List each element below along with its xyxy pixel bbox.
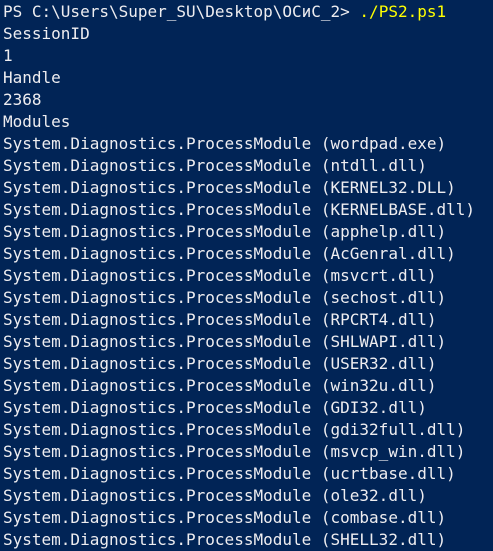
prompt-path: PS C:\Users\Super_SU\Desktop\ОСиС_2> <box>3 2 360 21</box>
prompt-line: PS C:\Users\Super_SU\Desktop\ОСиС_2> ./P… <box>3 1 475 23</box>
output-line: System.Diagnostics.ProcessModule (msvcp_… <box>3 442 466 461</box>
output-line: System.Diagnostics.ProcessModule (SHLWAP… <box>3 332 447 351</box>
output-line: System.Diagnostics.ProcessModule (win32u… <box>3 376 437 395</box>
output-line: System.Diagnostics.ProcessModule (SHELL3… <box>3 530 447 549</box>
output-line: System.Diagnostics.ProcessModule (KERNEL… <box>3 178 456 197</box>
output-line: 1 <box>3 46 13 65</box>
output-line: System.Diagnostics.ProcessModule (USER32… <box>3 354 437 373</box>
output-line: System.Diagnostics.ProcessModule (sechos… <box>3 288 447 307</box>
output-line: SessionID <box>3 24 90 43</box>
output-line: System.Diagnostics.ProcessModule (RPCRT4… <box>3 310 437 329</box>
output-line: System.Diagnostics.ProcessModule (ole32.… <box>3 486 427 505</box>
command-text: ./PS2.ps1 <box>359 2 447 21</box>
output-line: Modules <box>3 112 71 131</box>
output-line: System.Diagnostics.ProcessModule (KERNEL… <box>3 200 476 219</box>
output-line: System.Diagnostics.ProcessModule (ntdll.… <box>3 156 427 175</box>
console-output: PS C:\Users\Super_SU\Desktop\ОСиС_2> ./P… <box>3 1 475 551</box>
output-line: System.Diagnostics.ProcessModule (apphel… <box>3 222 447 241</box>
output-line: System.Diagnostics.ProcessModule (msvcrt… <box>3 266 437 285</box>
output-line: System.Diagnostics.ProcessModule (GDI32.… <box>3 398 427 417</box>
output-line: Handle <box>3 68 61 87</box>
output-line: System.Diagnostics.ProcessModule (combas… <box>3 508 447 527</box>
output-line: System.Diagnostics.ProcessModule (ucrtba… <box>3 464 456 483</box>
output-line: System.Diagnostics.ProcessModule (gdi32f… <box>3 420 466 439</box>
output-line: System.Diagnostics.ProcessModule (wordpa… <box>3 134 447 153</box>
output-line: System.Diagnostics.ProcessModule (AcGenr… <box>3 244 456 263</box>
powershell-console[interactable]: PS C:\Users\Super_SU\Desktop\ОСиС_2> ./P… <box>0 0 493 551</box>
output-line: 2368 <box>3 90 42 109</box>
